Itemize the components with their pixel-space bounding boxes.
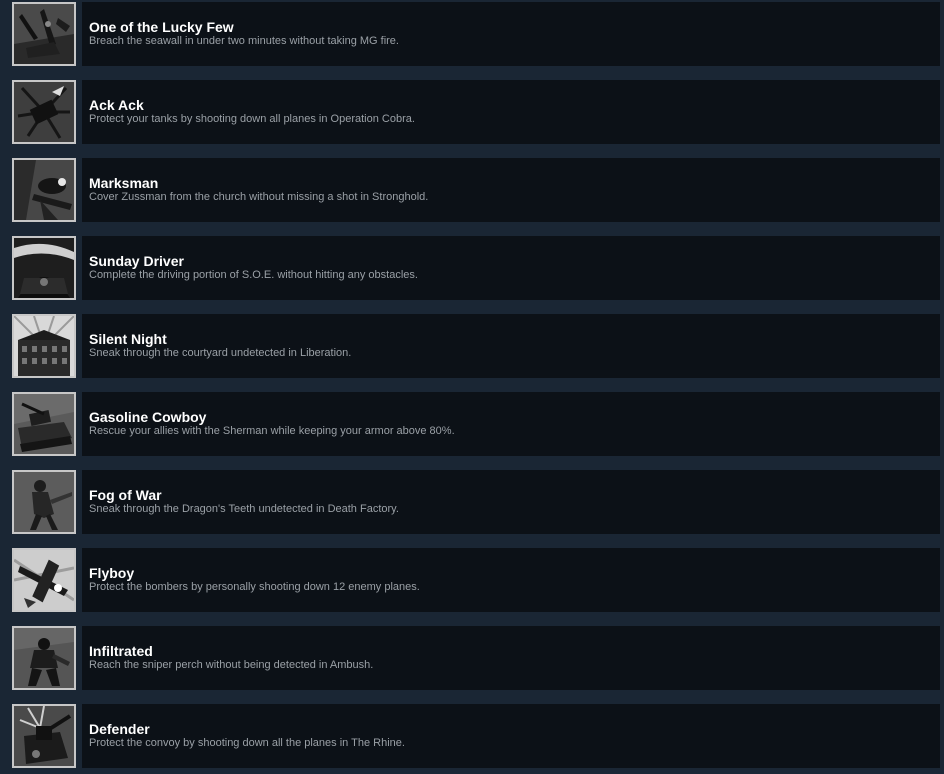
- achievement-row: Infiltrated Reach the sniper perch witho…: [8, 626, 940, 696]
- achievement-title: Infiltrated: [89, 643, 153, 659]
- achievement-description: Protect the bombers by personally shooti…: [89, 581, 420, 593]
- achievement-row: Defender Protect the convoy by shooting …: [8, 704, 940, 774]
- achievement-description: Protect the convoy by shooting down all …: [89, 737, 405, 749]
- achievement-row: Marksman Cover Zussman from the church w…: [8, 158, 940, 228]
- plane-icon: [12, 548, 76, 612]
- achievement-title: Ack Ack: [89, 97, 144, 113]
- sniper-icon: [12, 158, 76, 222]
- tank-icon: [12, 392, 76, 456]
- achievement-row: Sunday Driver Complete the driving porti…: [8, 236, 940, 306]
- achievement-info: Silent Night Sneak through the courtyard…: [82, 314, 940, 378]
- achievement-info: Defender Protect the convoy by shooting …: [82, 704, 940, 768]
- achievement-row: Ack Ack Protect your tanks by shooting d…: [8, 80, 940, 150]
- achievement-info: Gasoline Cowboy Rescue your allies with …: [82, 392, 940, 456]
- achievement-title: Gasoline Cowboy: [89, 409, 207, 425]
- achievement-title: Flyboy: [89, 565, 135, 581]
- achievement-title: Fog of War: [89, 487, 162, 503]
- achievement-title: Defender: [89, 721, 150, 737]
- achievement-title: One of the Lucky Few: [89, 19, 234, 35]
- achievement-title: Silent Night: [89, 331, 167, 347]
- achievement-description: Cover Zussman from the church without mi…: [89, 191, 429, 203]
- achievement-description: Sneak through the Dragon's Teeth undetec…: [89, 503, 399, 515]
- achievement-title: Sunday Driver: [89, 253, 184, 269]
- infiltrator-icon: [12, 626, 76, 690]
- achievement-info: Sunday Driver Complete the driving porti…: [82, 236, 940, 300]
- achievement-row: Flyboy Protect the bombers by personally…: [8, 548, 940, 618]
- achievement-info: Marksman Cover Zussman from the church w…: [82, 158, 940, 222]
- landing-craft-icon: [12, 2, 76, 66]
- achievement-info: One of the Lucky Few Breach the seawall …: [82, 2, 940, 66]
- soldier-icon: [12, 470, 76, 534]
- achievement-description: Rescue your allies with the Sherman whil…: [89, 425, 455, 437]
- achievement-info: Flyboy Protect the bombers by personally…: [82, 548, 940, 612]
- turret-icon: [12, 704, 76, 768]
- achievement-list: One of the Lucky Few Breach the seawall …: [0, 0, 944, 770]
- achievement-row: Silent Night Sneak through the courtyard…: [8, 314, 940, 384]
- anti-aircraft-icon: [12, 80, 76, 144]
- achievement-row: Gasoline Cowboy Rescue your allies with …: [8, 392, 940, 462]
- achievement-info: Fog of War Sneak through the Dragon's Te…: [82, 470, 940, 534]
- achievement-description: Protect your tanks by shooting down all …: [89, 113, 415, 125]
- achievement-description: Complete the driving portion of S.O.E. w…: [89, 269, 418, 281]
- building-icon: [12, 314, 76, 378]
- achievement-info: Infiltrated Reach the sniper perch witho…: [82, 626, 940, 690]
- achievement-description: Breach the seawall in under two minutes …: [89, 35, 399, 47]
- achievement-title: Marksman: [89, 175, 159, 191]
- achievement-description: Sneak through the courtyard undetected i…: [89, 347, 352, 359]
- achievement-row: Fog of War Sneak through the Dragon's Te…: [8, 470, 940, 540]
- achievement-row: One of the Lucky Few Breach the seawall …: [8, 2, 940, 72]
- achievement-description: Reach the sniper perch without being det…: [89, 659, 374, 671]
- achievement-info: Ack Ack Protect your tanks by shooting d…: [82, 80, 940, 144]
- driver-icon: [12, 236, 76, 300]
